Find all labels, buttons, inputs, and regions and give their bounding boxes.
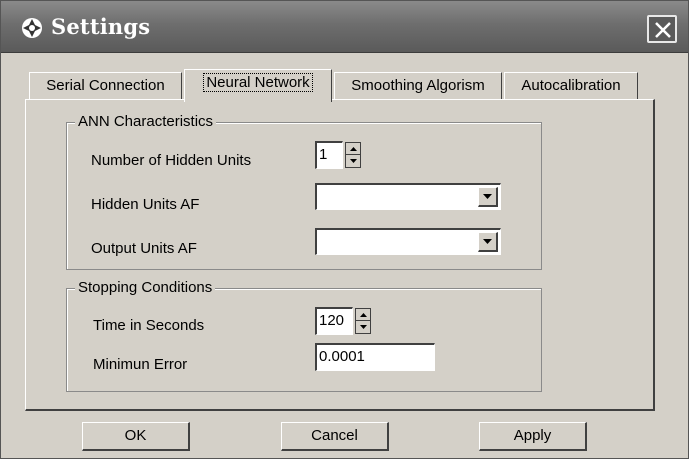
hidden-units-input[interactable]: 1 [315,141,343,169]
dropdown-button[interactable] [478,232,498,252]
window-title: Settings [51,14,151,39]
gear-icon [21,17,43,39]
dropdown-button[interactable] [478,187,498,207]
tab-smoothing-algorism[interactable]: Smoothing Algorism [334,72,502,100]
ok-button[interactable]: OK [82,422,190,451]
stopping-conditions-group: Stopping Conditions Time in Seconds 120 … [66,279,542,392]
spin-down-button[interactable] [346,155,360,167]
chevron-down-icon [483,239,492,244]
chevron-down-icon [483,194,492,199]
hidden-units-label: Number of Hidden Units [91,152,252,169]
tab-autocalibration[interactable]: Autocalibration [504,72,638,100]
title-bar[interactable]: Settings [1,1,688,53]
tab-label: Neural Network [203,73,313,92]
ann-characteristics-group: ANN Characteristics Number of Hidden Uni… [66,113,542,270]
settings-window: Settings Serial Connection Neural Networ… [0,0,689,459]
tab-serial-connection[interactable]: Serial Connection [29,72,182,100]
time-in-seconds-spinner[interactable] [355,308,371,334]
hidden-units-af-label: Hidden Units AF [91,196,200,213]
output-units-af-label: Output Units AF [91,240,197,257]
close-icon [655,22,671,38]
apply-button[interactable]: Apply [479,422,587,451]
chevron-up-icon [359,312,367,317]
chevron-down-icon [349,159,357,163]
tab-neural-network[interactable]: Neural Network [184,69,332,102]
minimun-error-label: Minimun Error [93,356,188,373]
time-in-seconds-label: Time in Seconds [93,317,205,334]
neural-network-page: ANN Characteristics Number of Hidden Uni… [25,99,655,411]
chevron-up-icon [349,146,357,151]
close-button[interactable] [647,15,677,43]
group-label: ANN Characteristics [75,113,217,131]
spin-up-button[interactable] [346,143,360,155]
time-in-seconds-input[interactable]: 120 [315,307,353,335]
chevron-down-icon [359,325,367,329]
hidden-units-spinner[interactable] [345,142,361,168]
tab-label: Smoothing Algorism [351,77,485,94]
tab-label: Autocalibration [521,77,621,94]
output-units-af-select[interactable] [315,228,501,255]
spin-up-button[interactable] [356,309,370,321]
cancel-button[interactable]: Cancel [281,422,389,451]
minimun-error-input[interactable]: 0.0001 [315,343,435,371]
spin-down-button[interactable] [356,321,370,333]
hidden-units-af-select[interactable] [315,183,501,210]
group-label: Stopping Conditions [75,279,216,297]
tab-label: Serial Connection [46,77,165,94]
